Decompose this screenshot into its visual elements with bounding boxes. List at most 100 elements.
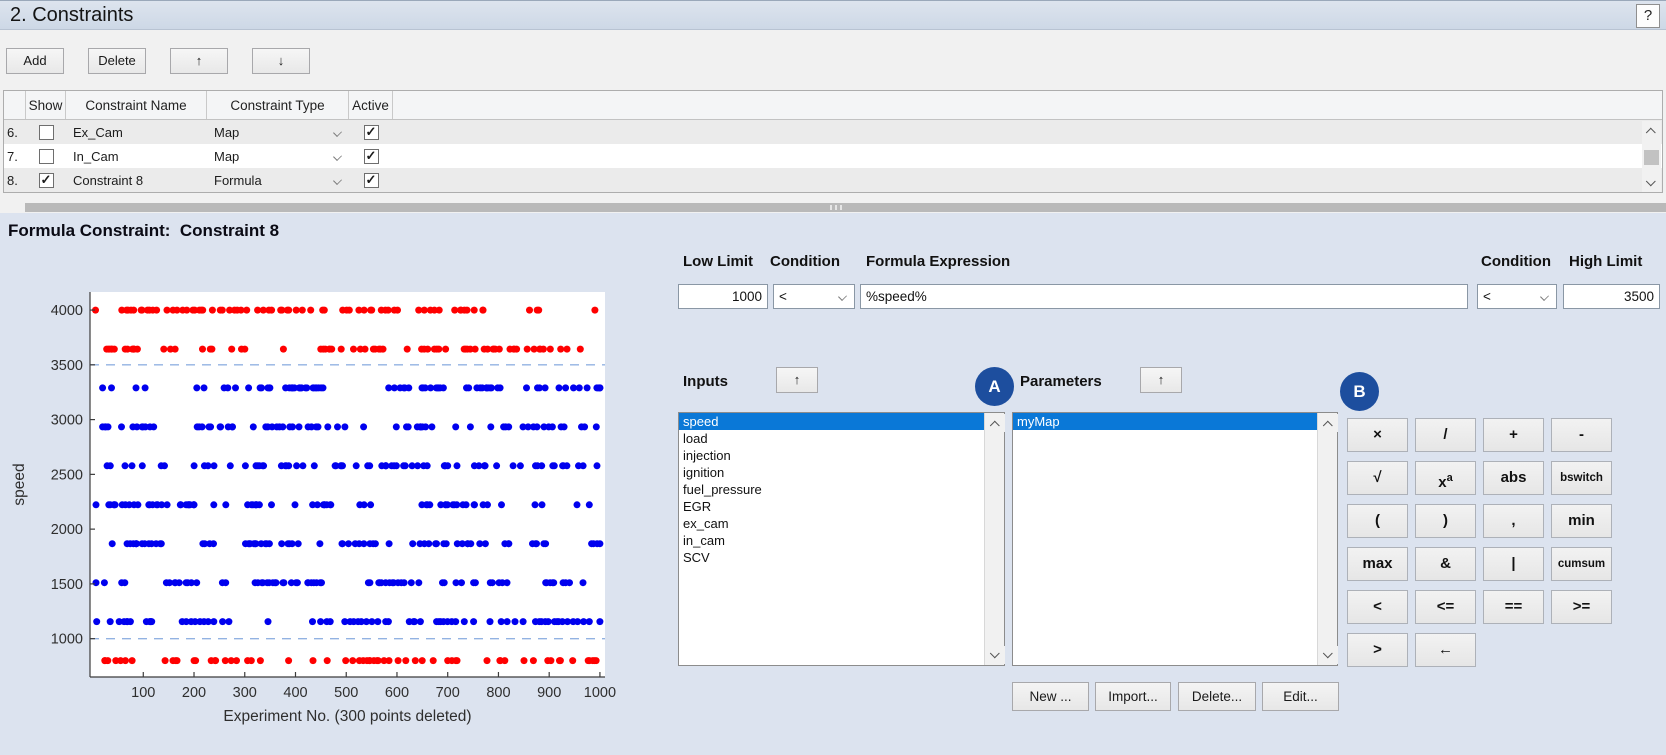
keypad-close-paren[interactable]: ): [1415, 504, 1476, 538]
keypad-power[interactable]: xa: [1415, 461, 1476, 495]
keypad-less-equal[interactable]: <=: [1415, 590, 1476, 624]
keypad-greater-than[interactable]: >: [1347, 633, 1408, 667]
keypad-backspace[interactable]: ←: [1415, 633, 1476, 667]
active-cell: [349, 120, 393, 144]
table-row[interactable]: 7.In_CamMap: [4, 144, 1662, 168]
high-limit-input[interactable]: [1563, 284, 1660, 309]
scroll-up-icon[interactable]: [1318, 414, 1338, 432]
low-condition-select[interactable]: <: [773, 284, 855, 309]
splitter[interactable]: [25, 203, 1666, 212]
chevron-down-icon: [838, 292, 847, 301]
low-condition-label: Condition: [770, 253, 840, 270]
panel-header: 2. Constraints ?: [0, 0, 1666, 30]
scroll-thumb[interactable]: [1644, 150, 1659, 165]
move-down-button[interactable]: ↓: [252, 48, 310, 74]
keypad-open-paren[interactable]: (: [1347, 504, 1408, 538]
scroll-down-icon[interactable]: [985, 646, 1005, 664]
y-axis-label: speed: [11, 463, 28, 505]
constraint-type-select[interactable]: Map: [207, 120, 349, 144]
row-index: 6.: [4, 120, 26, 144]
table-vscrollbar[interactable]: [1642, 121, 1661, 192]
show-checkbox[interactable]: [39, 125, 54, 140]
keypad-cumsum[interactable]: cumsum: [1551, 547, 1612, 581]
x-tick-label: 500: [334, 685, 358, 701]
keypad-or[interactable]: |: [1483, 547, 1544, 581]
scroll-down-icon[interactable]: [1642, 174, 1661, 192]
chevron-down-icon: [333, 176, 342, 185]
x-tick-label: 700: [436, 685, 460, 701]
show-checkbox[interactable]: [39, 173, 54, 188]
show-cell: [26, 120, 66, 144]
col-type: Constraint Type: [207, 91, 349, 119]
import-button[interactable]: Import...: [1095, 682, 1171, 711]
inputs-list-item[interactable]: speed: [679, 413, 984, 430]
table-row[interactable]: 8. Constraint 8Formula: [4, 168, 1662, 192]
x-axis-label: Experiment No. (300 points deleted): [223, 708, 471, 725]
inputs-list-item[interactable]: SCV: [679, 549, 984, 566]
inputs-list-item[interactable]: load: [679, 430, 984, 447]
keypad-sqrt[interactable]: √: [1347, 461, 1408, 495]
scroll-up-icon[interactable]: [985, 414, 1005, 432]
constraint-name[interactable]: In_Cam: [66, 144, 207, 168]
show-checkbox[interactable]: [39, 149, 54, 164]
formula-expression-input[interactable]: [860, 284, 1468, 309]
keypad-multiply[interactable]: ×: [1347, 418, 1408, 452]
constraints-toolbar: Add Delete ↑ ↓: [0, 31, 1666, 90]
keypad-comma[interactable]: ,: [1483, 504, 1544, 538]
y-tick-label: 1500: [51, 577, 83, 593]
inputs-list-item[interactable]: fuel_pressure: [679, 481, 984, 498]
keypad-less-than[interactable]: <: [1347, 590, 1408, 624]
active-checkbox[interactable]: [364, 149, 379, 164]
scroll-down-icon[interactable]: [1318, 646, 1338, 664]
active-checkbox[interactable]: [364, 125, 379, 140]
low-limit-label: Low Limit: [683, 253, 753, 270]
x-tick-label: 200: [182, 685, 206, 701]
keypad-minus[interactable]: -: [1551, 418, 1612, 452]
keypad-plus[interactable]: +: [1483, 418, 1544, 452]
inputs-list-item[interactable]: EGR: [679, 498, 984, 515]
row-index: 8.: [4, 168, 26, 192]
keypad-and[interactable]: &: [1415, 547, 1476, 581]
move-up-button[interactable]: ↑: [170, 48, 228, 74]
inputs-list-item[interactable]: injection: [679, 447, 984, 464]
constraint-name[interactable]: Constraint 8: [66, 168, 207, 192]
col-show: Show: [26, 91, 66, 119]
inputs-list-item[interactable]: ignition: [679, 464, 984, 481]
delete-button[interactable]: Delete: [88, 48, 146, 74]
low-limit-input[interactable]: [678, 284, 768, 309]
constraint-name[interactable]: Ex_Cam: [66, 120, 207, 144]
col-name: Constraint Name: [66, 91, 207, 119]
add-button[interactable]: Add: [6, 48, 64, 74]
inputs-up-button[interactable]: ↑: [776, 367, 818, 393]
keypad-equals[interactable]: ==: [1483, 590, 1544, 624]
x-tick-label: 300: [233, 685, 257, 701]
keypad-abs[interactable]: abs: [1483, 461, 1544, 495]
splitter-grip[interactable]: [830, 205, 842, 210]
new-button[interactable]: New ...: [1012, 682, 1089, 711]
keypad-divide[interactable]: /: [1415, 418, 1476, 452]
keypad-greater-equal[interactable]: >=: [1551, 590, 1612, 624]
y-tick-label: 2000: [51, 522, 83, 538]
parameters-list-item[interactable]: myMap: [1013, 413, 1317, 430]
help-button[interactable]: ?: [1636, 4, 1660, 28]
edit-button[interactable]: Edit...: [1262, 682, 1339, 711]
inputs-list-item[interactable]: in_cam: [679, 532, 984, 549]
delete-parameter-button[interactable]: Delete...: [1178, 682, 1256, 711]
keypad-max[interactable]: max: [1347, 547, 1408, 581]
inputs-listbox[interactable]: speedloadinjectionignitionfuel_pressureE…: [678, 412, 1005, 666]
high-condition-select[interactable]: <: [1477, 284, 1557, 309]
keypad-bswitch[interactable]: bswitch: [1551, 461, 1612, 495]
table-row[interactable]: 6. Ex_CamMap: [4, 120, 1662, 144]
parameters-up-button[interactable]: ↑: [1140, 367, 1182, 393]
scroll-up-icon[interactable]: [1642, 121, 1661, 139]
parameters-scrollbar[interactable]: [1317, 413, 1337, 665]
constraint-type-select[interactable]: Formula: [207, 168, 349, 192]
keypad-min[interactable]: min: [1551, 504, 1612, 538]
inputs-list: speedloadinjectionignitionfuel_pressureE…: [679, 413, 984, 665]
active-checkbox[interactable]: [364, 173, 379, 188]
active-cell: [349, 168, 393, 192]
parameters-listbox[interactable]: myMap: [1012, 412, 1338, 666]
inputs-scrollbar[interactable]: [984, 413, 1004, 665]
inputs-list-item[interactable]: ex_cam: [679, 515, 984, 532]
constraint-type-select[interactable]: Map: [207, 144, 349, 168]
